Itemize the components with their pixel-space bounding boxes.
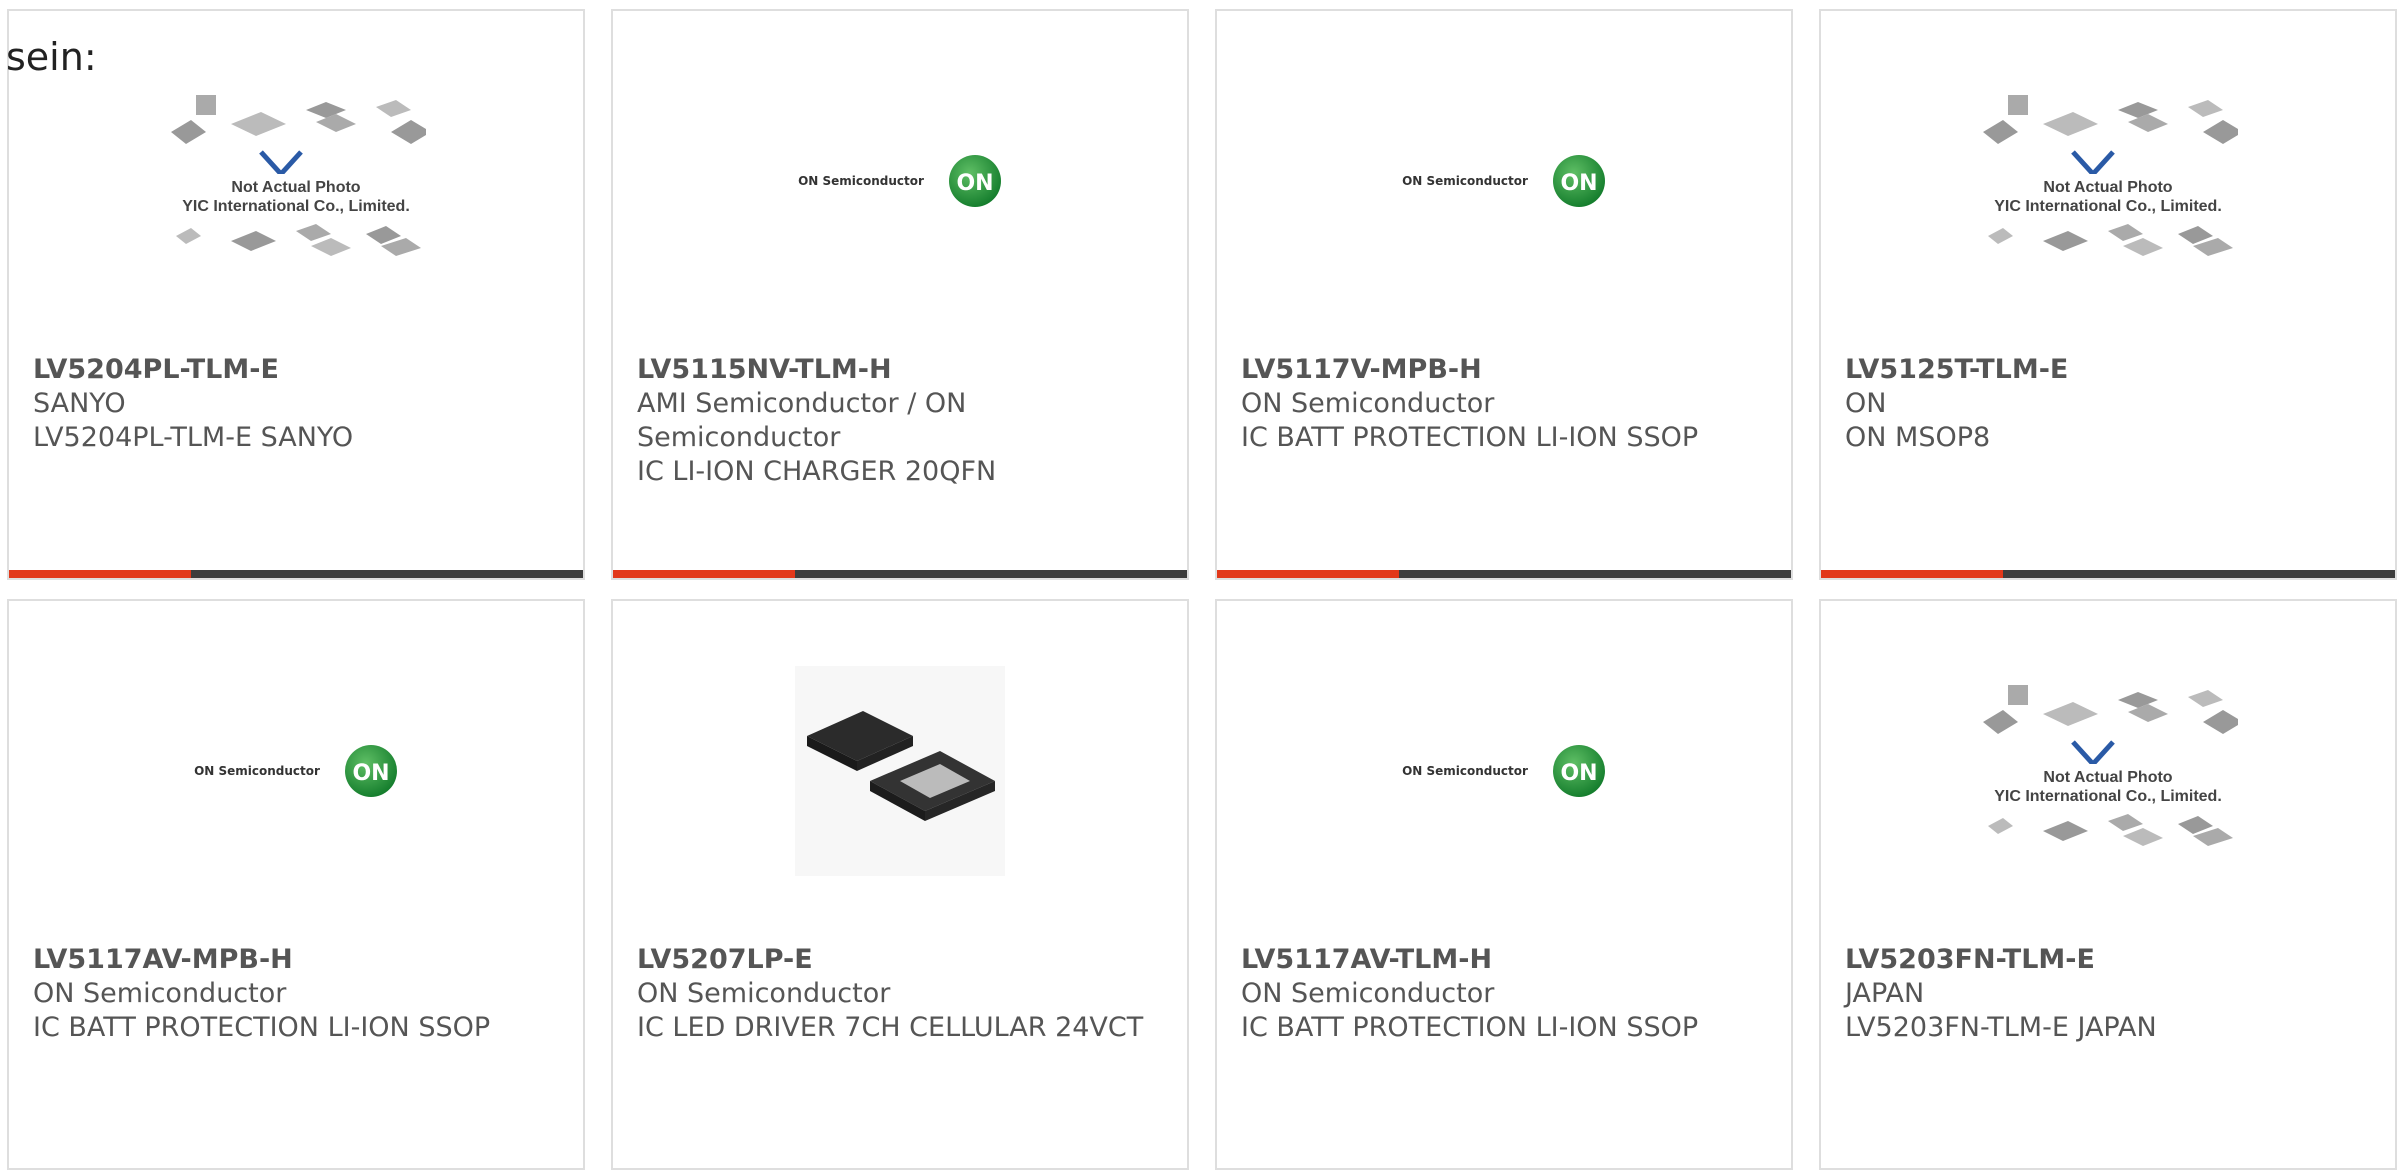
product-image-on-logo[interactable]: ON Semiconductor ON [1217,11,1791,351]
packages-icon [1983,95,2243,176]
description: LV5203FN-TLM-E JAPAN [1845,1012,2157,1043]
product-image-chip-photo[interactable] [613,601,1187,941]
part-number[interactable]: LV5117AV-MPB-H [33,943,563,977]
svg-text:ON: ON [1560,761,1597,786]
manufacturer: ON Semiconductor [1241,978,1495,1009]
svg-text:ON: ON [352,761,389,786]
manufacturer: ON [1845,388,1887,419]
description: IC BATT PROTECTION LI-ION SSOP [1241,422,1699,453]
on-logo-icon: ON [948,155,1001,207]
part-number[interactable]: LV5125T-TLM-E [1845,353,2375,387]
manufacturer: JAPAN [1845,978,1925,1009]
card-bar [1821,570,2395,578]
description: IC LED DRIVER 7CH CELLULAR 24VCT [637,1012,1144,1043]
description: IC LI-ION CHARGER 20QFN [637,456,997,487]
placeholder-line-1: Not Actual Photo [231,179,361,196]
product-card[interactable]: ON Semiconductor ON LV5117V-MPB-H ON Sem… [1215,9,1793,580]
packages-icon [171,95,431,176]
on-semiconductor-wordmark: ON Semiconductor [1402,764,1528,778]
manufacturer: ON Semiconductor [637,978,891,1009]
description: IC BATT PROTECTION LI-ION SSOP [1241,1012,1699,1043]
product-card[interactable]: ON Semiconductor ON LV5115NV-TLM-H AMI S… [611,9,1189,580]
manufacturer: AMI Semiconductor / ON Semiconductor [637,388,967,453]
svg-text:ON: ON [956,171,993,196]
qfn-chip-icon [795,666,1005,876]
part-number[interactable]: LV5204PL-TLM-E [33,353,563,387]
card-bar [9,570,583,578]
product-image-on-logo[interactable]: ON Semiconductor ON [9,601,583,941]
packages-icon [1988,224,2233,256]
part-number[interactable]: LV5117V-MPB-H [1241,353,1771,387]
product-card[interactable]: Not Actual Photo YIC International Co., … [7,9,585,580]
product-card[interactable]: ON Semiconductor ON LV5117AV-TLM-H ON Se… [1215,599,1793,1170]
manufacturer: ON Semiconductor [1241,388,1495,419]
description: ON MSOP8 [1845,422,1991,453]
product-card[interactable]: ON Semiconductor ON LV5117AV-MPB-H ON Se… [7,599,585,1170]
placeholder-line-2: YIC International Co., Limited. [182,198,410,215]
product-image-on-logo[interactable]: ON Semiconductor ON [613,11,1187,351]
manufacturer: SANYO [33,388,126,419]
placeholder-line-1: Not Actual Photo [2043,179,2173,196]
description: IC BATT PROTECTION LI-ION SSOP [33,1012,491,1043]
part-number[interactable]: LV5203FN-TLM-E [1845,943,2375,977]
on-logo-icon: ON [1552,745,1605,797]
manufacturer: ON Semiconductor [33,978,287,1009]
part-number[interactable]: LV5117AV-TLM-H [1241,943,1771,977]
on-semiconductor-wordmark: ON Semiconductor [194,764,320,778]
part-number[interactable]: LV5207LP-E [637,943,1167,977]
packages-icon [1983,685,2243,766]
intro-text: sein: [6,35,97,79]
product-image-on-logo[interactable]: ON Semiconductor ON [1217,601,1791,941]
packages-icon [1988,814,2233,846]
on-logo-icon: ON [1552,155,1605,207]
product-card[interactable]: LV5207LP-E ON Semiconductor IC LED DRIVE… [611,599,1189,1170]
placeholder-line-2: YIC International Co., Limited. [1994,788,2222,805]
product-card[interactable]: Not Actual Photo YIC International Co., … [1819,599,2397,1170]
product-image-placeholder[interactable]: Not Actual Photo YIC International Co., … [1821,11,2395,351]
on-semiconductor-wordmark: ON Semiconductor [1402,174,1528,188]
product-image-placeholder[interactable]: Not Actual Photo YIC International Co., … [1821,601,2395,941]
description: LV5204PL-TLM-E SANYO [33,422,354,453]
card-bar [1217,570,1791,578]
on-semiconductor-wordmark: ON Semiconductor [798,174,924,188]
svg-text:ON: ON [1560,171,1597,196]
product-card[interactable]: Not Actual Photo YIC International Co., … [1819,9,2397,580]
on-logo-icon: ON [344,745,397,797]
placeholder-line-2: YIC International Co., Limited. [1994,198,2222,215]
packages-icon [176,224,421,256]
card-bar [613,570,1187,578]
placeholder-line-1: Not Actual Photo [2043,769,2173,786]
part-number[interactable]: LV5115NV-TLM-H [637,353,1167,387]
